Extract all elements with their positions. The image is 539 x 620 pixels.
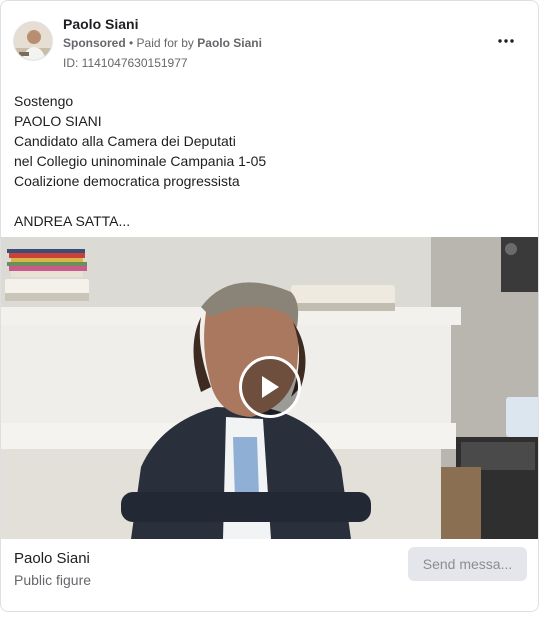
sponsored-line: Sponsored • Paid for by Paolo Siani [63,36,262,50]
ad-body-text: Sostengo PAOLO SIANI Candidato alla Came… [14,93,267,229]
play-icon [262,376,279,398]
footer-title[interactable]: Paolo Siani [14,550,90,568]
avatar[interactable] [13,21,53,61]
ad-footer: Paolo Siani Public figure Send messa... [1,539,538,605]
paid-for-prefix: Paid for by [136,36,194,50]
ad-card: Paolo Siani Sponsored • Paid for by Paol… [0,0,539,612]
play-button[interactable] [239,356,301,418]
sponsored-label: Sponsored [63,36,126,50]
avatar-image [14,22,52,60]
send-message-button[interactable]: Send messa... [408,547,527,581]
paid-for-name[interactable]: Paolo Siani [197,36,262,50]
ad-header: Paolo Siani Sponsored • Paid for by Paol… [13,15,526,71]
ad-video[interactable] [1,237,538,539]
more-options-button[interactable] [494,31,518,51]
page-name[interactable]: Paolo Siani [63,15,138,33]
ad-id: ID: 1141047630151977 [63,56,188,70]
more-horizontal-icon [498,39,514,43]
footer-subtitle: Public figure [14,572,92,588]
